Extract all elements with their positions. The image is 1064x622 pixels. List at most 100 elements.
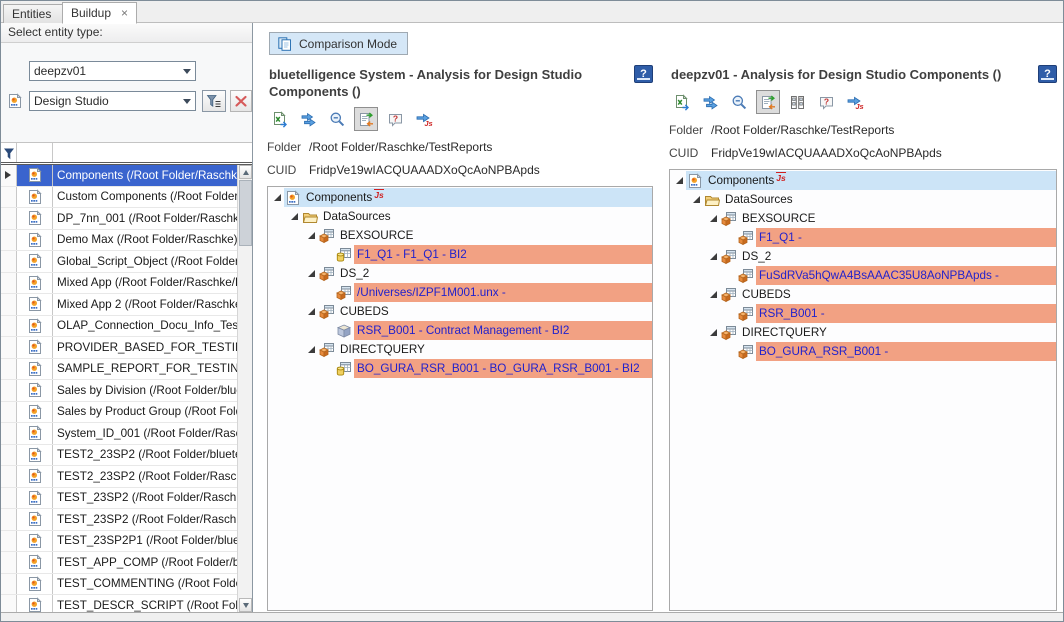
row-marker-icon (5, 171, 15, 179)
excel-export-button[interactable] (267, 107, 291, 131)
list-item[interactable]: TEST2_23SP2 (/Root Folder/Raschke, (1, 466, 237, 488)
panel-toolbar: ?Js (669, 90, 1057, 114)
entity-doc-icon (687, 173, 703, 189)
comparison-mode-button[interactable]: Comparison Mode (269, 32, 408, 55)
expander-icon[interactable] (291, 213, 298, 220)
expander-icon[interactable] (274, 194, 281, 201)
list-item[interactable]: Demo Max (/Root Folder/Raschke) (1, 230, 237, 252)
chevron-down-icon[interactable] (179, 92, 195, 110)
tree-item[interactable]: DataSources (268, 207, 652, 226)
list-item[interactable]: Custom Components (/Root Folder/Ra (1, 187, 237, 209)
entity-doc-icon (27, 597, 43, 612)
list-item[interactable]: TEST_23SP2 (/Root Folder/Raschke/D (1, 488, 237, 510)
list-item-label: Mixed App (/Root Folder/Raschke/De (53, 273, 237, 294)
transfer-arrows-button[interactable] (296, 107, 320, 131)
tree-item[interactable]: BO_GURA_RSR_B001 - BO_GURA_RSR_B001 - BI… (268, 359, 652, 378)
list-item[interactable]: OLAP_Connection_Docu_Info_Test (/ (1, 316, 237, 338)
svg-text:?: ? (392, 113, 397, 123)
sidebar-scrollbar[interactable] (237, 165, 252, 612)
expander-icon[interactable] (693, 196, 700, 203)
expander-icon[interactable] (676, 177, 683, 184)
tree-item[interactable]: CUBEDS (670, 285, 1056, 304)
tree-item[interactable]: DIRECTQUERY (268, 340, 652, 359)
comparison-refresh-button[interactable] (756, 90, 780, 114)
help-balloon-button[interactable]: ? (383, 107, 407, 131)
entity-doc-icon (285, 190, 301, 206)
tree-item[interactable]: ComponentsJs (268, 188, 652, 207)
scroll-down-icon[interactable] (239, 598, 252, 612)
tree-item[interactable]: BO_GURA_RSR_B001 - (670, 342, 1056, 361)
tree-item[interactable]: DataSources (670, 190, 1056, 209)
tree-item[interactable]: DS_2 (670, 247, 1056, 266)
filter-button[interactable] (202, 90, 226, 112)
expander-icon[interactable] (308, 270, 315, 277)
tree-item[interactable]: BEXSOURCE (268, 226, 652, 245)
list-item[interactable]: TEST_DESCR_SCRIPT (/Root Folder/R (1, 595, 237, 612)
scrollbar-thumb[interactable] (239, 180, 252, 246)
list-item[interactable]: TEST_APP_COMP (/Root Folder/bluet (1, 552, 237, 574)
tree-item[interactable]: /Universes/IZPF1M001.unx - (268, 283, 652, 302)
expander-icon[interactable] (710, 253, 717, 260)
tree-item[interactable]: BEXSOURCE (670, 209, 1056, 228)
help-balloon-button[interactable]: ? (814, 90, 838, 114)
tree-item[interactable]: ComponentsJs (670, 171, 1056, 190)
tree-item[interactable]: RSR_B001 - Contract Management - BI2 (268, 321, 652, 340)
tree-item[interactable]: FuSdRVa5hQwA4BsAAAC35U8AoNPBApds - (670, 266, 1056, 285)
sidebar-controls: deepzv01 Design Studio (1, 43, 252, 143)
expander-icon[interactable] (710, 329, 717, 336)
tree-item[interactable]: CUBEDS (268, 302, 652, 321)
list-item[interactable]: TEST2_23SP2 (/Root Folder/bluetellig (1, 445, 237, 467)
help-button[interactable]: ? (1038, 65, 1057, 83)
list-item[interactable]: Sales by Product Group (/Root Folder (1, 402, 237, 424)
list-item[interactable]: SAMPLE_REPORT_FOR_TESTING_M ( (1, 359, 237, 381)
list-item[interactable]: System_ID_001 (/Root Folder/Raschk (1, 423, 237, 445)
zoom-out-button[interactable] (325, 107, 349, 131)
entity-doc-icon (27, 318, 43, 334)
list-item[interactable]: Sales by Division (/Root Folder/bluete (1, 380, 237, 402)
chevron-down-icon[interactable] (179, 62, 195, 80)
cuid-value: FridpVe19wIACQUAAADXoQcAoNPBApds (309, 163, 540, 177)
entity-type-select[interactable]: Design Studio (29, 91, 196, 111)
tree-item[interactable]: DIRECTQUERY (670, 323, 1056, 342)
expander-icon[interactable] (308, 232, 315, 239)
list-item[interactable]: DP_7nn_001 (/Root Folder/Raschke/T (1, 208, 237, 230)
expander-icon[interactable] (308, 346, 315, 353)
list-item[interactable]: TEST_23SP2 (/Root Folder/Raschke/L (1, 509, 237, 531)
cuid-label: CUID (669, 146, 711, 160)
list-item[interactable]: Global_Script_Object (/Root Folder/R (1, 251, 237, 273)
tree-item-label: DataSources (725, 193, 793, 206)
expander-icon[interactable] (308, 308, 315, 315)
list-item-label: TEST_23SP2 (/Root Folder/Raschke/D (53, 488, 237, 509)
db-table-icon (336, 361, 352, 377)
zoom-out-button[interactable] (727, 90, 751, 114)
expander-icon[interactable] (710, 291, 717, 298)
list-item[interactable]: TEST_23SP2P1 (/Root Folder/bluetelli (1, 531, 237, 553)
excel-export-button[interactable] (669, 90, 693, 114)
help-button[interactable]: ? (634, 65, 653, 83)
js-export-button[interactable]: Js (843, 90, 867, 114)
list-item[interactable]: PROVIDER_BASED_FOR_TESTING (/F (1, 337, 237, 359)
system-select[interactable]: deepzv01 (29, 61, 196, 81)
comparison-refresh-button[interactable] (354, 107, 378, 131)
tree-item[interactable]: RSR_B001 - (670, 304, 1056, 323)
expander-icon[interactable] (710, 215, 717, 222)
ds-cube-icon (738, 344, 754, 360)
list-item[interactable]: Mixed App 2 (/Root Folder/Raschke/D (1, 294, 237, 316)
clear-filter-button[interactable] (230, 90, 252, 112)
close-icon[interactable]: × (121, 6, 128, 20)
scroll-up-icon[interactable] (239, 165, 252, 179)
tree-item[interactable]: F1_Q1 - (670, 228, 1056, 247)
list-item[interactable]: Mixed App (/Root Folder/Raschke/De (1, 273, 237, 295)
list-item[interactable]: TEST_COMMENTING (/Root Folder/bl (1, 574, 237, 596)
tab-buildup[interactable]: Buildup × (62, 2, 137, 24)
grid-view-button[interactable] (785, 90, 809, 114)
tree-item[interactable]: DS_2 (268, 264, 652, 283)
tree-item[interactable]: F1_Q1 - F1_Q1 - BI2 (268, 245, 652, 264)
ds-cube-icon (721, 287, 737, 303)
list-filter-row[interactable] (1, 143, 252, 165)
tree-item-label: DataSources (323, 210, 391, 223)
list-item[interactable]: Components (/Root Folder/Raschke/T (1, 165, 237, 187)
entity-doc-icon (27, 296, 43, 312)
js-export-button[interactable]: Js (412, 107, 436, 131)
transfer-arrows-button[interactable] (698, 90, 722, 114)
